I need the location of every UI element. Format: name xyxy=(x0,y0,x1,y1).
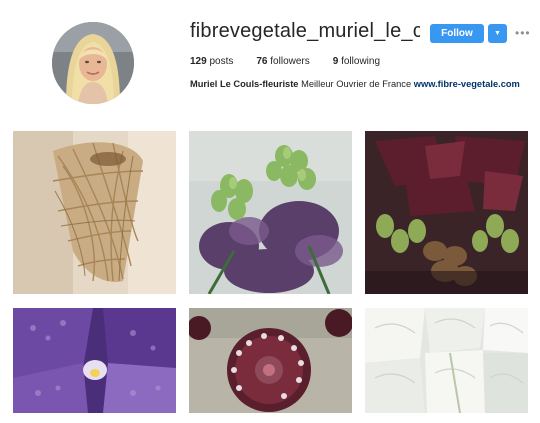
posts-stat: 129 posts xyxy=(190,56,233,67)
post-tile[interactable] xyxy=(189,131,352,294)
post-tile[interactable] xyxy=(13,131,176,294)
profile-photo xyxy=(52,22,134,104)
profile-stats: 129 posts 76 followers 9 following xyxy=(190,56,380,67)
ellipsis-icon[interactable]: ••• xyxy=(515,27,531,39)
post-tile[interactable] xyxy=(189,308,352,413)
dark-fritillaria-photo xyxy=(365,131,528,294)
avatar[interactable] xyxy=(52,22,134,104)
post-tile[interactable] xyxy=(365,131,528,294)
following-count: 9 xyxy=(332,56,339,67)
follow-options-button[interactable]: ▼ xyxy=(488,24,507,43)
follow-button[interactable]: Follow xyxy=(430,24,484,43)
followers-stat[interactable]: 76 followers xyxy=(256,56,309,67)
profile-username: fibrevegetale_muriel_le_c... xyxy=(190,20,420,42)
burgundy-dahlia-photo xyxy=(189,308,352,413)
purple-orchid-photo xyxy=(13,308,176,413)
post-tile[interactable] xyxy=(365,308,528,413)
followers-count: 76 xyxy=(256,56,268,67)
white-sweet-pea-photo xyxy=(365,308,528,413)
caret-down-icon: ▼ xyxy=(494,30,501,37)
post-tile[interactable] xyxy=(13,308,176,413)
posts-count: 129 xyxy=(190,56,207,67)
bio-text: Meilleur Ouvrier de France xyxy=(301,79,412,89)
profile-bio: Muriel Le Couls-fleuriste Meilleur Ouvri… xyxy=(190,79,520,89)
fritillaria-flowers-photo xyxy=(189,131,352,294)
woven-twig-basket-photo xyxy=(13,131,176,294)
following-label: following xyxy=(341,56,381,67)
following-stat[interactable]: 9 following xyxy=(333,56,380,67)
bio-website-link[interactable]: www.fibre-vegetale.com xyxy=(414,79,520,89)
followers-label: followers xyxy=(270,56,310,67)
posts-label: posts xyxy=(209,56,234,67)
bio-name: Muriel Le Couls-fleuriste xyxy=(190,79,299,89)
